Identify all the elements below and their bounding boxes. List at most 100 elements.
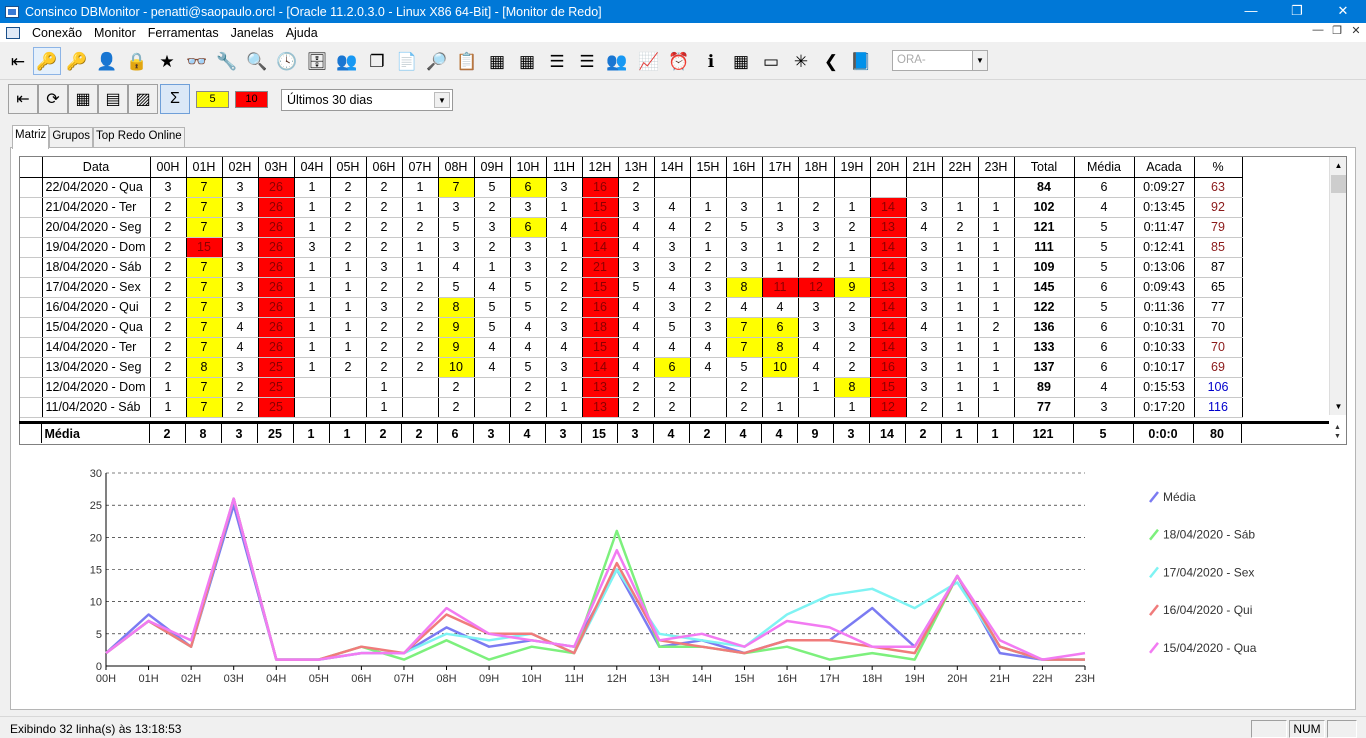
table-cell[interactable]: 15 <box>582 277 619 298</box>
table-cell[interactable]: 1 <box>546 377 583 398</box>
table-cell[interactable]: 14 <box>870 237 907 258</box>
table-cell[interactable] <box>402 377 439 398</box>
table-cell[interactable]: 3 <box>798 317 835 338</box>
table-cell[interactable]: 3 <box>222 197 259 218</box>
table-cell[interactable] <box>906 177 943 198</box>
table-cell[interactable]: 2 <box>150 357 187 378</box>
table-cell[interactable]: 12 <box>798 277 835 298</box>
table-cell[interactable]: 2 <box>834 297 871 318</box>
table-cell[interactable]: 2 <box>330 237 367 258</box>
column-header[interactable]: 11H <box>546 157 583 178</box>
table-cell[interactable]: 3 <box>1074 397 1135 418</box>
table-cell[interactable]: 2 <box>834 337 871 358</box>
scroll-thumb[interactable] <box>1331 175 1346 193</box>
table-cell[interactable]: 3 <box>438 197 475 218</box>
table-cell[interactable]: 3 <box>726 257 763 278</box>
table-cell[interactable]: 1 <box>834 197 871 218</box>
table-cell[interactable]: 2 <box>366 277 403 298</box>
table-cell[interactable]: 3 <box>906 377 943 398</box>
table-cell[interactable]: 6 <box>1074 357 1135 378</box>
info-icon[interactable]: ℹ <box>697 47 725 75</box>
table-cell[interactable]: 6 <box>654 357 691 378</box>
table-cell[interactable]: 3 <box>654 297 691 318</box>
table-cell[interactable]: 3 <box>906 257 943 278</box>
table-cell[interactable]: 4 <box>690 337 727 358</box>
table-row[interactable]: 18/04/2020 - Sáb 2 7 3 26 1 1 3 1 4 1 3 2 21 3 3 2 3 1 2 1 14… <box>20 257 1243 278</box>
table-cell[interactable]: 4 <box>654 277 691 298</box>
table-cell[interactable]: 16 <box>870 357 907 378</box>
table-cell[interactable]: 1 <box>330 297 367 318</box>
table-cell[interactable]: 2 <box>978 317 1015 338</box>
table-cell[interactable]: 1 <box>942 277 979 298</box>
calendar-icon[interactable]: ▦ <box>483 47 511 75</box>
refresh-icon[interactable]: ⟳ <box>38 84 68 114</box>
table-cell[interactable]: 13 <box>582 397 619 418</box>
table-cell[interactable]: 2 <box>798 237 835 258</box>
table-cell[interactable]: 1 <box>978 337 1015 358</box>
row-selector[interactable] <box>20 237 43 258</box>
mdi-close-button[interactable]: ✕ <box>1346 24 1366 37</box>
table-cell[interactable]: 26 <box>258 177 295 198</box>
table-cell[interactable]: 25 <box>258 377 295 398</box>
table-cell[interactable]: 4 <box>798 337 835 358</box>
table-cell[interactable]: 7 <box>726 317 763 338</box>
tab-matriz[interactable]: Matriz <box>12 125 50 149</box>
table-cell[interactable]: 2 <box>546 257 583 278</box>
table-cell[interactable]: 3 <box>222 177 259 198</box>
table-cell[interactable]: 1 <box>546 397 583 418</box>
date-cell[interactable]: 17/04/2020 - Sex <box>42 277 151 298</box>
table-cell[interactable]: 2 <box>618 177 655 198</box>
date-cell[interactable]: 20/04/2020 - Seg <box>42 217 151 238</box>
table-cell[interactable]: 111 <box>1014 237 1075 258</box>
row-selector[interactable] <box>20 337 43 358</box>
table-cell[interactable]: 3 <box>798 217 835 238</box>
table-cell[interactable]: 2 <box>546 297 583 318</box>
table-cell[interactable]: 4 <box>654 197 691 218</box>
table-cell[interactable]: 5 <box>726 217 763 238</box>
redo-grid[interactable]: Data 00H 01H 02H 03H 04H 05H 06H 07H 08H 09H 10H 11H… <box>19 156 1347 445</box>
table-cell[interactable]: 1 <box>546 237 583 258</box>
footer-spinner[interactable]: ▲ ▼ <box>1329 423 1346 443</box>
table-cell[interactable]: 6 <box>510 177 547 198</box>
table-cell[interactable]: 10 <box>762 357 799 378</box>
chevron-down-icon[interactable]: ▼ <box>972 51 987 70</box>
table-cell[interactable]: 63 <box>1194 177 1243 198</box>
table-cell[interactable]: 1 <box>834 397 871 418</box>
table-cell[interactable]: 1 <box>942 317 979 338</box>
table-cell[interactable]: 3 <box>690 317 727 338</box>
table-cell[interactable]: 1 <box>294 197 331 218</box>
row-selector[interactable] <box>20 177 43 198</box>
table-cell[interactable] <box>834 177 871 198</box>
table-cell[interactable]: 26 <box>258 297 295 318</box>
table-cell[interactable]: 12 <box>870 397 907 418</box>
table-cell[interactable]: 13 <box>870 277 907 298</box>
restore-button[interactable]: ❐ <box>1274 0 1320 23</box>
table-cell[interactable]: 1 <box>294 177 331 198</box>
table-cell[interactable] <box>798 177 835 198</box>
table-cell[interactable]: 1 <box>762 197 799 218</box>
table-cell[interactable]: 4 <box>906 317 943 338</box>
table-cell[interactable]: 1 <box>942 337 979 358</box>
table-cell[interactable]: 2 <box>654 377 691 398</box>
mdi-restore-button[interactable]: ❐ <box>1327 24 1347 37</box>
close-button[interactable]: ✕ <box>1320 0 1366 23</box>
table-cell[interactable]: 26 <box>258 237 295 258</box>
magnifier-icon[interactable]: 🔍 <box>243 47 271 75</box>
table-cell[interactable]: 2 <box>726 377 763 398</box>
table-cell[interactable]: 5 <box>1074 257 1135 278</box>
table-cell[interactable]: 4 <box>474 337 511 358</box>
table-cell[interactable]: 0:13:06 <box>1134 257 1195 278</box>
row-selector[interactable] <box>20 277 43 298</box>
instance-combo[interactable]: ORA- ▼ <box>892 50 988 71</box>
table-cell[interactable]: 1 <box>942 377 979 398</box>
tab-grupos[interactable]: Grupos <box>49 127 94 148</box>
date-cell[interactable]: 11/04/2020 - Sáb <box>42 397 151 418</box>
table-cell[interactable]: 69 <box>1194 357 1243 378</box>
menu-monitor[interactable]: Monitor <box>88 26 142 40</box>
column-header[interactable]: Acada <box>1134 157 1195 178</box>
table-cell[interactable]: 4 <box>1074 377 1135 398</box>
table-cell[interactable]: 2 <box>150 237 187 258</box>
table-cell[interactable] <box>690 397 727 418</box>
table-cell[interactable]: 2 <box>150 257 187 278</box>
table-cell[interactable]: 121 <box>1014 217 1075 238</box>
